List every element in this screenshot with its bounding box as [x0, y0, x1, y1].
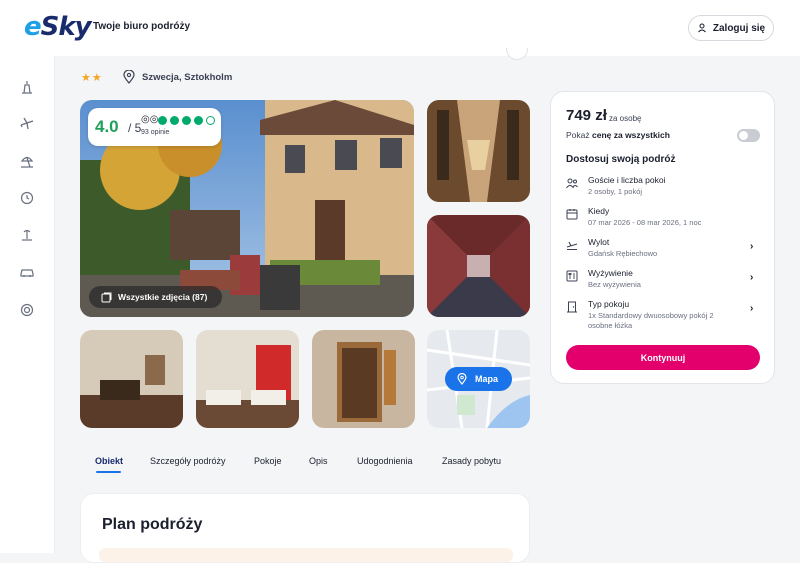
active-tab-indicator	[96, 471, 121, 473]
hotel-location: Szwecja, Sztokholm	[142, 72, 233, 83]
continue-button[interactable]: Kontynuuj	[566, 345, 760, 370]
door-icon	[567, 301, 577, 313]
chevron-right-icon: ›	[750, 303, 754, 314]
corridor-photo-2[interactable]	[427, 215, 530, 317]
plan-content	[99, 548, 513, 562]
lifebuoy-icon[interactable]	[19, 302, 35, 318]
all-photos-label: Wszystkie zdjęcia (87)	[118, 292, 208, 302]
sidebar	[0, 56, 55, 553]
guests-value: 2 osoby, 1 pokój	[588, 187, 643, 196]
meal-icon	[566, 270, 578, 282]
price: 749 zł	[566, 107, 607, 124]
tripadvisor-icon: ◎◎	[141, 114, 159, 125]
beach-icon[interactable]	[19, 153, 35, 169]
price-per-person: za osobę	[609, 114, 642, 123]
guests-icon	[566, 178, 578, 189]
guests-title: Goście i liczba pokoi	[588, 175, 666, 185]
review-count: 93 opinie	[141, 129, 170, 136]
hotel-stars: ★★	[81, 72, 103, 84]
gallery-icon	[101, 292, 112, 302]
toggle-prefix: Pokaż	[566, 130, 590, 140]
corridor-photo-1[interactable]	[427, 100, 530, 202]
rating-dot	[170, 116, 179, 125]
tab-opis[interactable]: Opis	[309, 456, 328, 466]
plan-title: Plan podróży	[102, 516, 203, 533]
wardrobe-photo[interactable]	[312, 330, 415, 428]
dates-value: 07 mar 2026 - 08 mar 2026, 1 noc	[588, 218, 702, 227]
clock-icon[interactable]	[19, 190, 35, 206]
dates-title: Kiedy	[588, 206, 610, 216]
price-toggle-label: Pokaż cenę za wszystkich	[566, 130, 670, 140]
rating-score: 4.0	[95, 117, 119, 136]
dining-room-photo[interactable]	[80, 330, 183, 428]
price-for-all-toggle[interactable]	[737, 129, 760, 142]
island-icon[interactable]	[19, 227, 35, 243]
tab-szczegoly-podrozy[interactable]: Szczegóły podróży	[150, 456, 226, 466]
login-button[interactable]: Zaloguj się	[688, 15, 774, 41]
tagline: Twoje biuro podróży	[93, 21, 191, 32]
toggle-knob	[739, 131, 748, 140]
tab-obiekt[interactable]: Obiekt	[95, 456, 123, 466]
meal-value: Bez wyżywienia	[588, 280, 641, 289]
toggle-bold-text: cenę za wszystkich	[592, 130, 670, 140]
rating-dot	[158, 116, 167, 125]
top-bar: eSky Twoje biuro podróży Zaloguj się	[0, 0, 800, 56]
car-icon[interactable]	[19, 264, 35, 280]
rating-card: 4.0 / 5 ◎◎ 93 opinie	[88, 108, 221, 146]
rating-dot	[194, 116, 203, 125]
room-type-title: Typ pokoju	[588, 299, 630, 309]
rating-dot	[182, 116, 191, 125]
login-label: Zaloguj się	[712, 22, 766, 34]
user-icon	[697, 23, 706, 33]
tab-udogodnienia[interactable]: Udogodnienia	[357, 456, 413, 466]
esky-logo[interactable]: eSky	[24, 12, 92, 42]
detail-tabs: Obiekt Szczegóły podróży Pokoje Opis Udo…	[80, 452, 540, 476]
map-pin-icon	[457, 373, 467, 385]
departure-icon	[566, 241, 578, 251]
tab-zasady-pobytu[interactable]: Zasady pobytu	[442, 456, 501, 466]
chevron-right-icon: ›	[750, 241, 754, 252]
meal-title: Wyżywienie	[588, 268, 633, 278]
departure-title: Wylot	[588, 237, 610, 247]
map-label: Mapa	[475, 374, 499, 384]
calendar-icon	[566, 209, 578, 220]
hotel-icon[interactable]	[19, 79, 35, 95]
all-photos-button[interactable]: Wszystkie zdjęcia (87)	[89, 286, 222, 308]
departure-value: Gdańsk Rębiechowo	[588, 249, 658, 258]
scroll-handle[interactable]	[506, 48, 528, 60]
rating-max: / 5	[128, 121, 142, 135]
tripadvisor-rating-dots	[158, 116, 215, 125]
map-button[interactable]: Mapa	[445, 367, 512, 391]
booking-panel: 749 zł za osobę Pokaż cenę za wszystkich…	[550, 91, 775, 384]
customize-title: Dostosuj swoją podróż	[566, 154, 676, 165]
chevron-right-icon: ›	[750, 272, 754, 283]
room-type-value: 1x Standardowy dwuosobowy pokój 2 osobne…	[588, 311, 714, 330]
location-pin-icon	[123, 70, 135, 84]
bedroom-photo[interactable]	[196, 330, 299, 428]
tab-pokoje[interactable]: Pokoje	[254, 456, 282, 466]
plane-icon[interactable]	[19, 116, 35, 132]
rating-dot	[206, 116, 215, 125]
